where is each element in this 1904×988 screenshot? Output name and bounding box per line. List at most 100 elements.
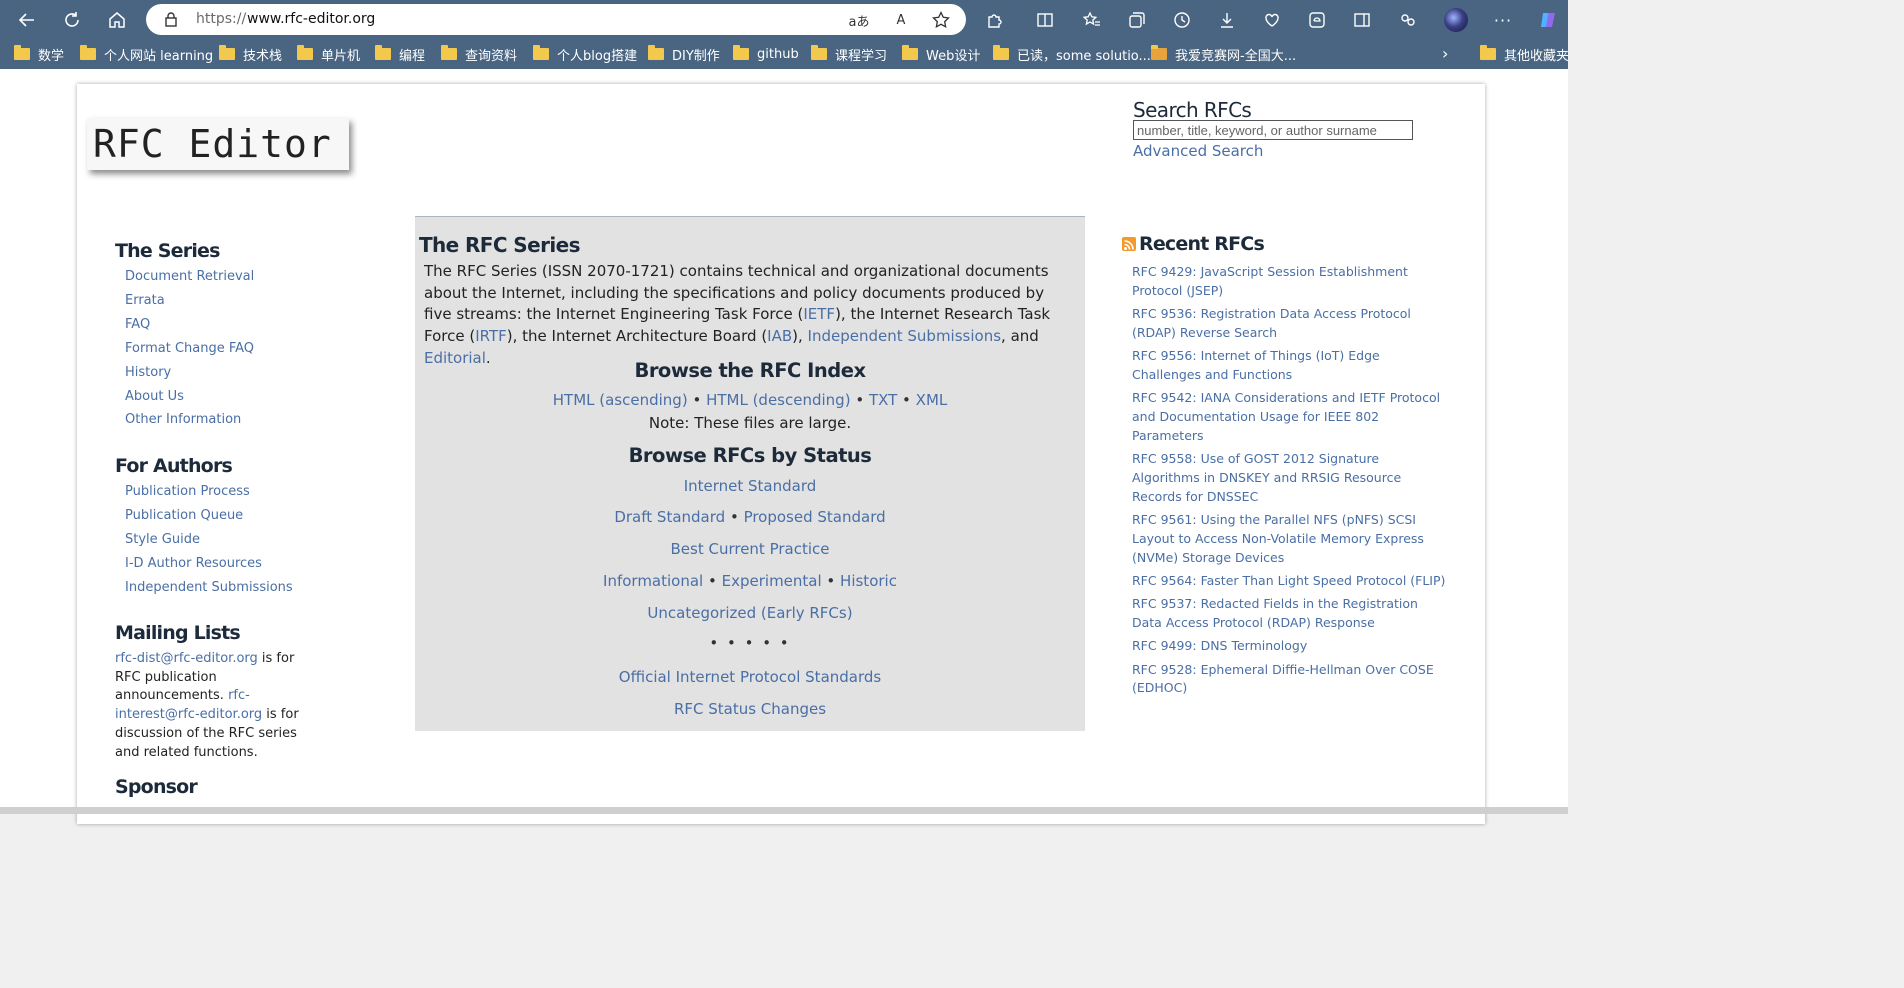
- lock-icon[interactable]: [164, 11, 178, 31]
- nav-link-document-retrieval[interactable]: Document Retrieval: [125, 269, 254, 284]
- bookmarks-overflow-chevron-icon[interactable]: ›: [1442, 44, 1448, 63]
- nav-link-other-information[interactable]: Other Information: [125, 412, 241, 427]
- bookmark-item[interactable]: Web设计: [902, 45, 980, 64]
- recent-rfc-link[interactable]: RFC 9429: JavaScript Session Establishme…: [1132, 263, 1450, 301]
- bookmark-label: 其他收藏夹: [1504, 48, 1570, 64]
- bullet-separator: •: [897, 391, 916, 409]
- recent-rfc-link[interactable]: RFC 9556: Internet of Things (IoT) Edge …: [1132, 347, 1450, 385]
- nav-link-independent-submissions[interactable]: Independent Submissions: [125, 580, 293, 595]
- back-icon[interactable]: [13, 6, 41, 34]
- recent-rfc-link[interactable]: RFC 9528: Ephemeral Diffie-Hellman Over …: [1132, 661, 1450, 699]
- bookmark-item[interactable]: 查询资料: [441, 45, 517, 64]
- page-container: RFC Editor Search RFCs Advanced Search T…: [77, 84, 1485, 824]
- experimental-link[interactable]: Experimental: [722, 572, 822, 590]
- search-rfcs-input[interactable]: [1133, 120, 1413, 140]
- edge-browser-essentials-icon[interactable]: [1303, 6, 1331, 34]
- bullet-separator: •: [687, 391, 707, 409]
- bookmark-item[interactable]: 数学: [14, 45, 64, 64]
- nav-link-about-us[interactable]: About Us: [125, 389, 184, 404]
- more-menu-icon[interactable]: ···: [1489, 6, 1517, 34]
- nav-link-errata[interactable]: Errata: [125, 293, 165, 308]
- web-page: RFC Editor Search RFCs Advanced Search T…: [0, 69, 1568, 824]
- recent-rfc-link[interactable]: RFC 9499: DNS Terminology: [1132, 637, 1450, 656]
- txt-link[interactable]: TXT: [869, 391, 897, 409]
- address-bar[interactable]: https:// www.rfc-editor.org aあ A: [146, 4, 966, 35]
- recent-rfc-link[interactable]: RFC 9561: Using the Parallel NFS (pNFS) …: [1132, 511, 1450, 567]
- bookmark-item[interactable]: DIY制作: [648, 45, 720, 64]
- sidebar-toggle-icon[interactable]: [1348, 6, 1376, 34]
- extensions-icon[interactable]: [981, 6, 1009, 34]
- html-descending-link[interactable]: HTML (descending): [706, 391, 850, 409]
- bookmark-item[interactable]: 技术栈: [219, 45, 282, 64]
- irtf-link[interactable]: IRTF: [475, 327, 507, 345]
- bookmark-item[interactable]: github: [733, 45, 799, 63]
- status-changes-link[interactable]: RFC Status Changes: [415, 700, 1085, 718]
- proposed-standard-link[interactable]: Proposed Standard: [744, 508, 886, 526]
- favorite-star-icon[interactable]: [929, 8, 953, 32]
- advanced-search-link[interactable]: Advanced Search: [1133, 142, 1263, 160]
- uncategorized-link[interactable]: Uncategorized (Early RFCs): [415, 604, 1085, 622]
- other-status-links-row: Informational • Experimental • Historic: [415, 572, 1085, 590]
- nav-link-publication-queue[interactable]: Publication Queue: [125, 508, 243, 523]
- other-favorites-folder[interactable]: 其他收藏夹: [1480, 45, 1570, 64]
- html-ascending-link[interactable]: HTML (ascending): [553, 391, 688, 409]
- nav-link-publication-process[interactable]: Publication Process: [125, 484, 250, 499]
- bookmark-item[interactable]: 已读，some solutio...: [993, 45, 1151, 64]
- split-screen-icon[interactable]: [1031, 6, 1059, 34]
- translate-icon[interactable]: aあ: [847, 8, 871, 32]
- bullet-separator: •: [850, 391, 869, 409]
- nav-link-faq[interactable]: FAQ: [125, 317, 150, 332]
- bookmark-label: 已读，some solutio...: [1017, 48, 1151, 64]
- ietf-link[interactable]: IETF: [803, 305, 835, 323]
- nav-link-format-change-faq[interactable]: Format Change FAQ: [125, 341, 254, 356]
- copilot-icon[interactable]: [1534, 6, 1562, 34]
- collections-icon[interactable]: [1123, 6, 1151, 34]
- informational-link[interactable]: Informational: [603, 572, 703, 590]
- recent-rfc-link[interactable]: RFC 9564: Faster Than Light Speed Protoc…: [1132, 572, 1450, 591]
- draft-standard-link[interactable]: Draft Standard: [614, 508, 725, 526]
- recent-rfcs-list: RFC 9429: JavaScript Session Establishme…: [1132, 263, 1450, 703]
- browser-toolbar: https:// www.rfc-editor.org aあ A ···: [0, 0, 1568, 40]
- horizontal-scrollbar[interactable]: [0, 807, 1568, 814]
- site-favicon-icon: [1151, 45, 1167, 60]
- feedback-icon[interactable]: [1394, 6, 1422, 34]
- internet-standard-link[interactable]: Internet Standard: [415, 477, 1085, 495]
- url-host: www.rfc-editor.org: [247, 11, 376, 27]
- iab-link[interactable]: IAB: [767, 327, 792, 345]
- recent-rfc-link[interactable]: RFC 9536: Registration Data Access Proto…: [1132, 305, 1450, 343]
- downloads-icon[interactable]: [1213, 6, 1241, 34]
- bookmark-item[interactable]: 个人blog搭建: [533, 45, 637, 64]
- nav-link-i-d-author-resources[interactable]: I-D Author Resources: [125, 556, 262, 571]
- recent-rfc-link[interactable]: RFC 9542: IANA Considerations and IETF P…: [1132, 389, 1450, 445]
- rfc-dist-email-link[interactable]: rfc-dist@rfc-editor.org: [115, 651, 258, 666]
- bookmarks-bar: 数学 个人网站 learning 技术栈 单片机 编程 查询资料 个人blog搭建 DIY制作…: [0, 40, 1570, 69]
- bookmark-item[interactable]: 单片机: [297, 45, 360, 64]
- xml-link[interactable]: XML: [916, 391, 948, 409]
- best-current-practice-link[interactable]: Best Current Practice: [415, 540, 1085, 558]
- official-standards-link[interactable]: Official Internet Protocol Standards: [415, 668, 1085, 686]
- index-format-links: HTML (ascending) • HTML (descending) • T…: [415, 391, 1085, 409]
- historic-link[interactable]: Historic: [840, 572, 897, 590]
- bookmark-item[interactable]: 我爱竞赛网-全国大...: [1151, 45, 1296, 64]
- favorites-icon[interactable]: [1078, 6, 1106, 34]
- home-icon[interactable]: [103, 6, 131, 34]
- recent-rfc-link[interactable]: RFC 9558: Use of GOST 2012 Signature Alg…: [1132, 450, 1450, 506]
- bookmark-item[interactable]: 编程: [375, 45, 425, 64]
- rss-feed-icon[interactable]: [1122, 237, 1136, 251]
- desc-text: , and: [1001, 327, 1039, 346]
- bookmark-item[interactable]: 课程学习: [811, 45, 887, 64]
- profile-avatar[interactable]: [1444, 8, 1468, 32]
- refresh-icon[interactable]: [58, 6, 86, 34]
- folder-icon: [533, 45, 549, 60]
- nav-link-style-guide[interactable]: Style Guide: [125, 532, 200, 547]
- rfc-editor-logo[interactable]: RFC Editor: [87, 118, 349, 170]
- read-aloud-icon[interactable]: A: [889, 8, 913, 32]
- history-icon[interactable]: [1168, 6, 1196, 34]
- nav-link-history[interactable]: History: [125, 365, 171, 380]
- performance-heart-icon[interactable]: [1258, 6, 1286, 34]
- mailing-lists-heading: Mailing Lists: [115, 622, 241, 644]
- recent-rfc-link[interactable]: RFC 9537: Redacted Fields in the Registr…: [1132, 595, 1450, 633]
- independent-submissions-link[interactable]: Independent Submissions: [808, 327, 1001, 345]
- folder-icon: [733, 45, 749, 60]
- bookmark-item[interactable]: 个人网站 learning: [80, 45, 213, 64]
